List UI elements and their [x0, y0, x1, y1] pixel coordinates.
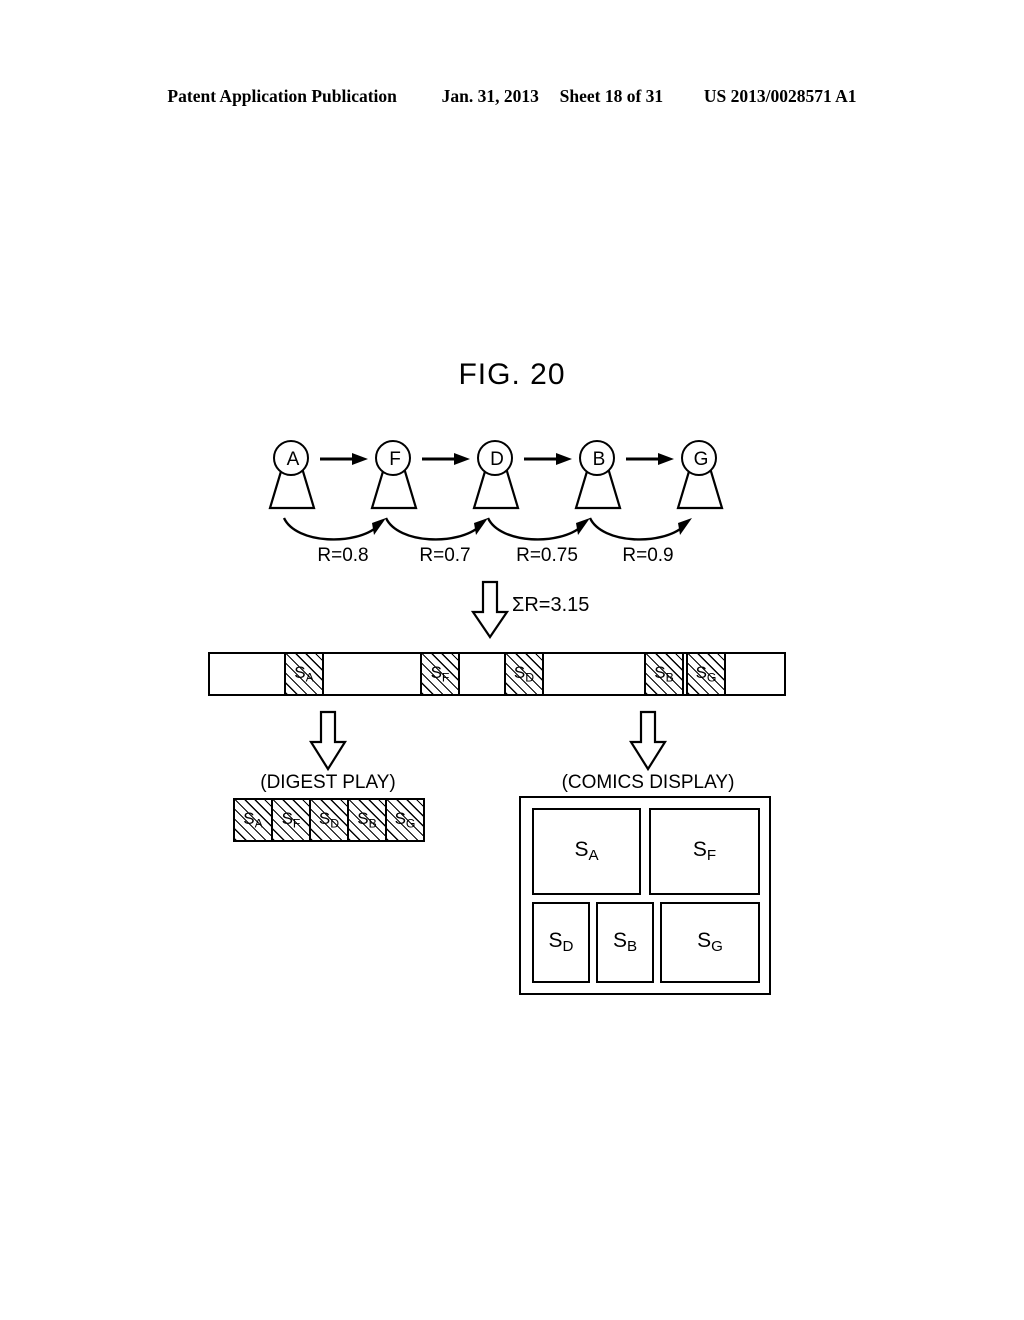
person-label: G	[693, 449, 709, 470]
header-patent-number: US 2013/0028571 A1	[703, 86, 857, 106]
sequence-arrow-f-d	[422, 452, 472, 466]
digest-cell: SB	[349, 800, 387, 840]
person-label: A	[286, 449, 300, 470]
comics-panel: SB	[596, 902, 654, 983]
relation-label-f-d: R=0.7	[419, 545, 471, 566]
header-publication: Patent Application Publication	[167, 86, 397, 106]
person-node-f: F	[366, 440, 422, 512]
person-head-icon: A	[273, 440, 309, 476]
person-node-b: B	[570, 440, 626, 512]
header-sheet: Sheet 18 of 31	[559, 86, 664, 106]
sequence-arrow-b-g	[626, 452, 676, 466]
person-head-icon: F	[375, 440, 411, 476]
person-label: B	[592, 449, 606, 470]
person-head-icon: D	[477, 440, 513, 476]
timeline-segment: SD	[504, 654, 544, 694]
timeline-segment: SA	[284, 654, 324, 694]
comics-panel: SD	[532, 902, 590, 983]
sum-relation-label: ΣR=3.15	[512, 594, 590, 616]
digest-cell: SG	[387, 800, 423, 840]
digest-cell-label: SA	[243, 809, 263, 831]
comics-panel-label: SD	[548, 929, 574, 956]
patent-header: Patent Application Publication Jan. 31, …	[0, 86, 1024, 107]
relation-arrow-a-f	[282, 516, 394, 548]
timeline-segment: SG	[686, 654, 726, 694]
relation-arrow-f-d	[384, 516, 496, 548]
digest-play-strip: SA SF SD SB SG	[233, 798, 425, 842]
comics-display-frame: SA SF SD SB SG	[519, 796, 771, 995]
person-label: D	[490, 449, 504, 470]
digest-cell: SD	[311, 800, 349, 840]
digest-cell-label: SF	[281, 809, 301, 831]
person-node-a: A	[264, 440, 320, 512]
comics-panel: SF	[649, 808, 760, 895]
timeline-segment-label: SB	[654, 663, 674, 685]
comics-display-label: (COMICS DISPLAY)	[561, 772, 735, 793]
relation-label-d-b: R=0.75	[516, 545, 578, 566]
sequence-arrow-a-f	[320, 452, 370, 466]
comics-panel: SA	[532, 808, 641, 895]
digest-cell: SA	[235, 800, 273, 840]
digest-cell-label: SD	[318, 809, 340, 831]
figure-title: FIG. 20	[458, 358, 566, 391]
timeline-segment-label: SG	[695, 663, 717, 685]
person-node-g: G	[672, 440, 728, 512]
person-node-d: D	[468, 440, 524, 512]
down-block-arrow-icon-digest	[308, 710, 348, 772]
comics-panel-label: SA	[574, 838, 599, 865]
digest-cell: SF	[273, 800, 311, 840]
sum-relation-group: ΣR=3.15	[470, 580, 670, 642]
comics-panel-label: SG	[697, 929, 723, 956]
header-date: Jan. 31, 2013	[441, 86, 539, 106]
timeline-segment-label: SD	[513, 663, 535, 685]
person-head-icon: G	[681, 440, 717, 476]
timeline-bar: SA SF SD SB SG	[208, 652, 786, 696]
relation-label-a-f: R=0.8	[317, 545, 369, 566]
comics-panel: SG	[660, 902, 760, 983]
relation-arrow-d-b	[486, 516, 598, 548]
relation-graph: A F D B G R=0.8 R=0.7 R=0.75 R=0.9	[0, 440, 1024, 580]
timeline-segment-label: SA	[294, 663, 314, 685]
comics-panel-label: SB	[612, 929, 638, 956]
digest-cell-label: SG	[394, 809, 416, 831]
timeline-segment: SF	[420, 654, 460, 694]
person-label: F	[389, 449, 401, 470]
person-head-icon: B	[579, 440, 615, 476]
comics-panel-label: SF	[692, 838, 717, 865]
digest-play-label: (DIGEST PLAY)	[260, 772, 396, 793]
digest-cell-label: SB	[357, 809, 377, 831]
sequence-arrow-d-b	[524, 452, 574, 466]
relation-arrow-b-g	[588, 516, 700, 548]
timeline-segment: SB	[644, 654, 684, 694]
down-block-arrow-icon	[470, 580, 510, 645]
timeline-segment-label: SF	[430, 663, 450, 685]
down-block-arrow-icon-comics	[628, 710, 668, 772]
relation-label-b-g: R=0.9	[622, 545, 674, 566]
